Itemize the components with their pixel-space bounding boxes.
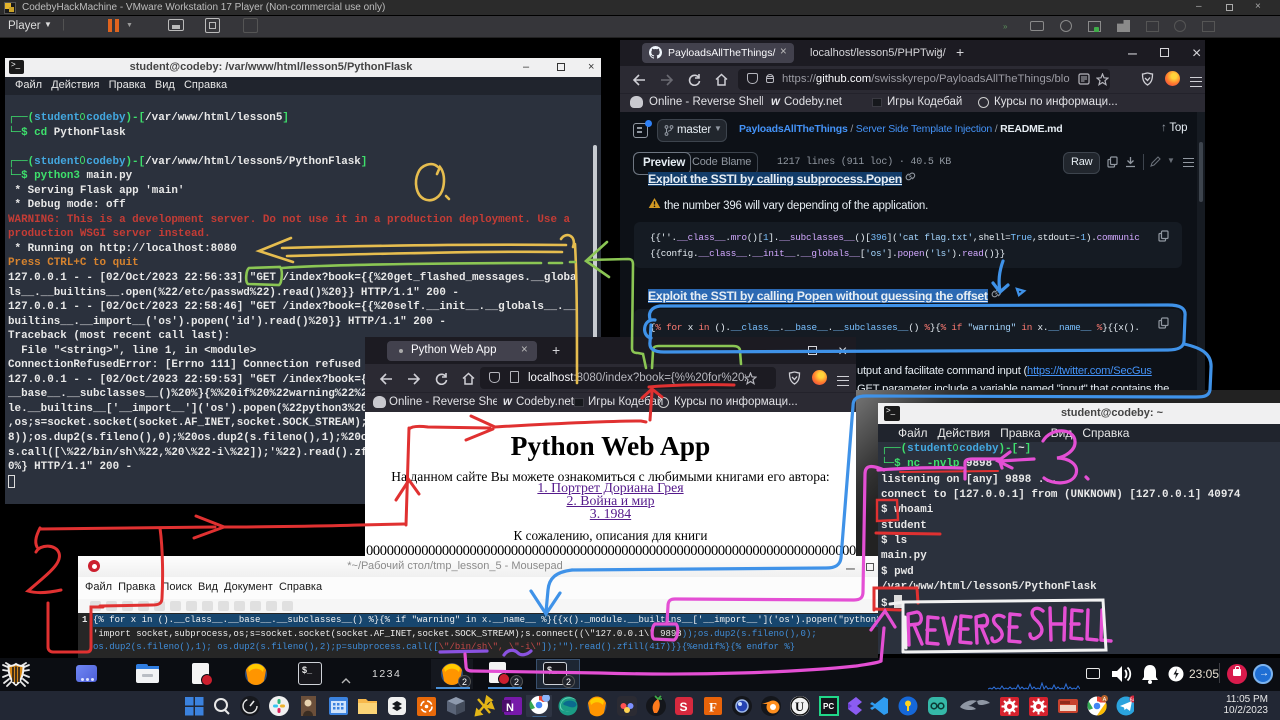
svg-text:N: N xyxy=(506,702,514,714)
svg-text:F: F xyxy=(709,700,717,715)
svg-text:S: S xyxy=(680,700,688,714)
svg-text:A: A xyxy=(1103,697,1107,703)
svg-text:U: U xyxy=(795,700,804,714)
svg-text:PC: PC xyxy=(823,702,834,711)
svg-text:64: 64 xyxy=(1130,698,1134,704)
